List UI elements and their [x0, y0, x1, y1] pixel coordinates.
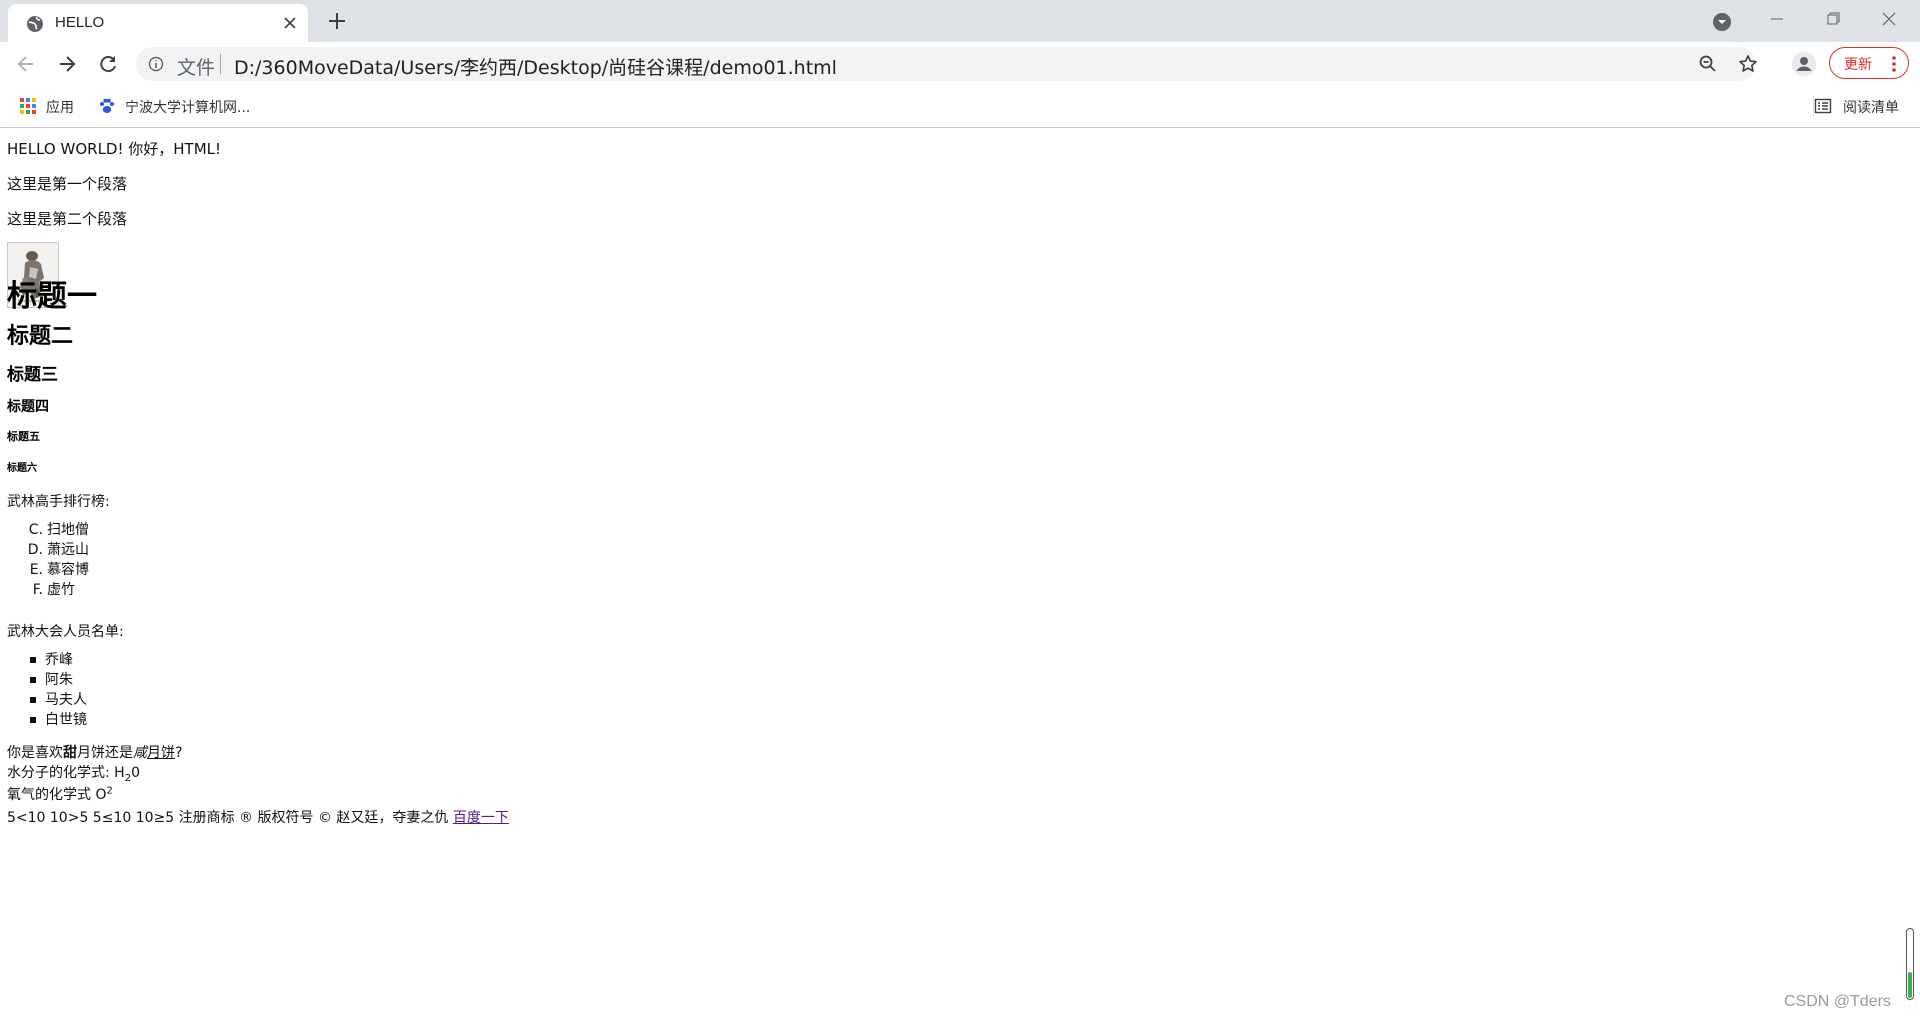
hello-line: HELLO WORLD! 你好，HTML! [7, 140, 222, 158]
profile-dropdown-icon[interactable] [1711, 11, 1733, 33]
star-icon[interactable] [1737, 53, 1759, 75]
window-close-icon[interactable] [1876, 8, 1902, 30]
scroll-indicator-fill [1908, 972, 1912, 998]
minimize-icon[interactable] [1764, 8, 1790, 30]
restore-icon[interactable] [1820, 8, 1846, 30]
address-bar[interactable]: 文件 D:/360MoveData/Users/李约西/Desktop/尚硅谷课… [136, 47, 1759, 81]
globe-icon [25, 14, 45, 34]
water-formula: 水分子的化学式: H20 [7, 765, 140, 784]
list-item: F. 虚竹 [32, 582, 75, 598]
heading-5: 标题五 [7, 430, 40, 443]
list-item: D. 萧远山 [27, 542, 89, 558]
tab-strip: HELLO [0, 0, 1920, 42]
browser-toolbar: 文件 D:/360MoveData/Users/李约西/Desktop/尚硅谷课… [0, 42, 1920, 86]
paw-icon [97, 96, 117, 116]
browser-tab[interactable]: HELLO [8, 4, 308, 42]
tab-title: HELLO [55, 14, 105, 31]
bookmark-apps[interactable]: 应用 [18, 94, 88, 118]
heading-4: 标题四 [7, 399, 49, 415]
plus-icon[interactable] [326, 10, 348, 32]
bookmarks-bar: 应用 宁波大学计算机网... 阅读清单 [0, 86, 1920, 128]
baidu-link[interactable]: 百度一下 [453, 810, 509, 826]
watermark: CSDN @Tders [1784, 993, 1891, 1010]
entities-line: 5<10 10>5 5≤10 10≥5 注册商标 ® 版权符号 © 赵又廷，夺妻… [7, 810, 509, 826]
avatar-icon[interactable] [1791, 51, 1817, 77]
mooncake-question: 你是喜欢甜月饼还是咸月饼? [7, 745, 183, 761]
back-arrow-icon[interactable] [15, 53, 37, 75]
list-item: E. 慕容博 [29, 562, 89, 578]
omnibox-divider [220, 54, 221, 74]
heading-1: 标题一 [7, 279, 97, 314]
reading-list-icon [1813, 96, 1833, 116]
heading-3: 标题三 [7, 365, 58, 385]
forward-arrow-icon[interactable] [56, 53, 78, 75]
paragraph-2: 这里是第二个段落 [7, 210, 128, 228]
apps-grid-icon [18, 96, 38, 116]
bookmark-item[interactable]: 宁波大学计算机网... [97, 94, 277, 118]
zoom-icon[interactable] [1698, 54, 1718, 74]
url-text[interactable]: D:/360MoveData/Users/李约西/Desktop/尚硅谷课程/d… [234, 53, 837, 80]
page-content: HELLO WORLD! 你好，HTML! 这里是第一个段落 这里是第二个段落 … [0, 128, 1920, 1020]
oxygen-formula: 氧气的化学式 O2 [7, 785, 113, 803]
heading-2: 标题二 [7, 324, 74, 349]
bookmark-label: 宁波大学计算机网... [125, 100, 251, 116]
reading-list-label: 阅读清单 [1843, 100, 1899, 116]
more-vert-icon[interactable] [1886, 55, 1902, 73]
close-icon[interactable] [282, 15, 298, 31]
bookmark-apps-label: 应用 [46, 100, 74, 116]
heading-6: 标题六 [7, 463, 37, 474]
update-label: 更新 [1844, 57, 1872, 73]
update-button[interactable]: 更新 [1829, 47, 1909, 79]
list-item: C. 扫地僧 [28, 522, 89, 538]
members-label: 武林大会人员名单: [7, 624, 124, 640]
scheme-label: 文件 [177, 57, 216, 79]
info-icon[interactable] [148, 56, 164, 72]
reading-list-button[interactable]: 阅读清单 [1813, 94, 1913, 118]
paragraph-1: 这里是第一个段落 [7, 175, 128, 193]
reload-icon[interactable] [97, 53, 119, 75]
scroll-indicator[interactable] [1906, 928, 1914, 1000]
ranking-label: 武林高手排行榜: [7, 494, 110, 510]
